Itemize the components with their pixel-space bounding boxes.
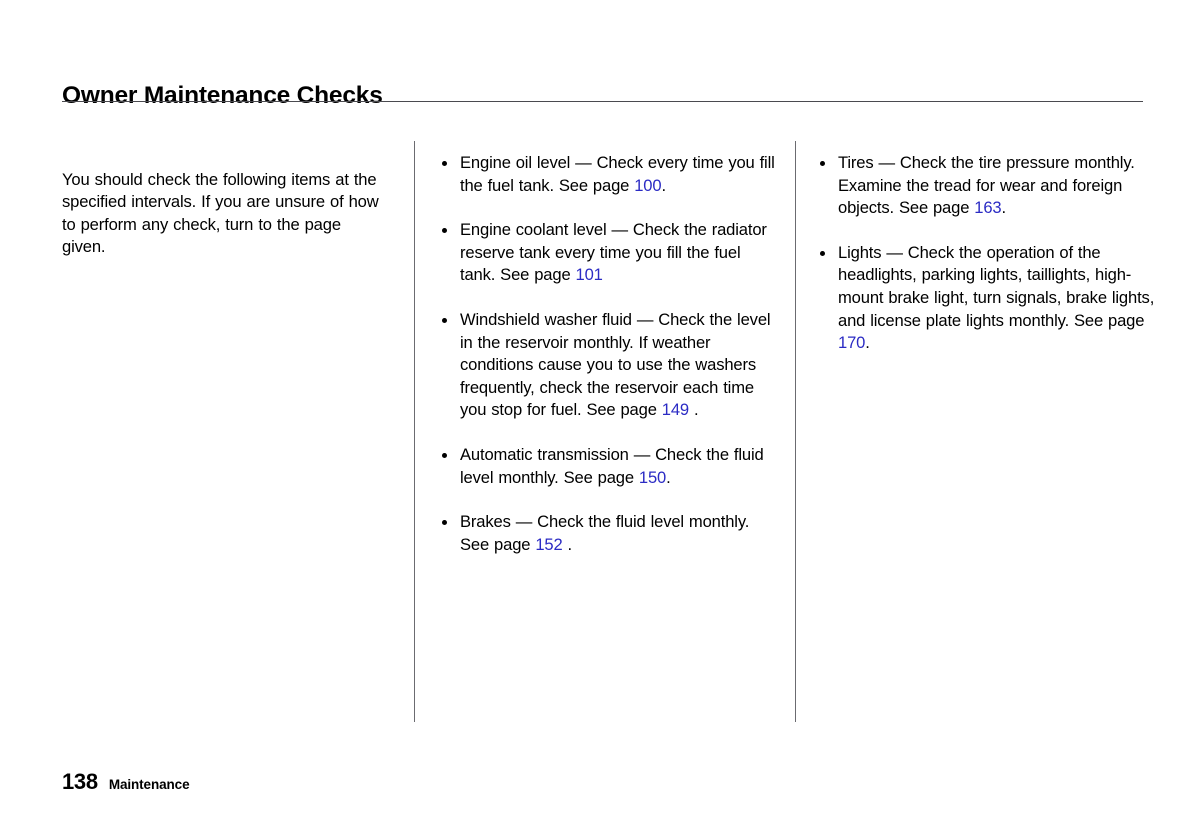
page-reference-link-149[interactable]: 149 — [662, 400, 689, 419]
maintenance-check-item-windshield-washer-fluid: Windshield washer fluid — Check the leve… — [440, 309, 780, 422]
check-item-text-tail: . — [865, 333, 870, 353]
maintenance-check-item-lights: Lights — Check the operation of the head… — [818, 242, 1158, 355]
maintenance-check-item-tires: Tires — Check the tire pressure monthly.… — [818, 152, 1158, 220]
page-reference-link-163[interactable]: 163 — [974, 198, 1001, 217]
bullet-dot-icon — [442, 520, 447, 526]
check-item-text: Automatic transmission — Check the fluid… — [460, 444, 764, 487]
maintenance-check-item-engine-coolant-level: Engine coolant level — Check the radiato… — [440, 219, 780, 287]
check-item-text-tail: . — [689, 400, 699, 420]
bullet-dot-icon — [442, 452, 447, 458]
column-divider-left — [414, 141, 415, 722]
page-reference-link-170[interactable]: 170 — [838, 333, 865, 352]
middle-column: Engine oil level — Check every time you … — [440, 152, 780, 556]
footer-section-name: Maintenance — [108, 777, 190, 792]
check-item-text-tail: . — [1001, 198, 1007, 218]
page-footer: 138 Maintenance — [62, 769, 190, 795]
check-item-text-tail: . — [562, 534, 573, 554]
title-divider-rule — [62, 101, 1143, 102]
maintenance-check-item-engine-oil-level: Engine oil level — Check every time you … — [440, 152, 780, 197]
right-column: Tires — Check the tire pressure monthly.… — [818, 152, 1158, 355]
page-title: Owner Maintenance Checks — [62, 82, 383, 110]
check-item-text-tail: . — [666, 467, 671, 487]
check-item-text: Brakes — Check the fluid level monthly. … — [460, 512, 750, 554]
check-item-text: Lights — Check the operation of the head… — [838, 242, 1155, 330]
bullet-dot-icon — [820, 250, 825, 256]
page-reference-link-100[interactable]: 100 — [634, 176, 661, 195]
maintenance-check-list-right: Tires — Check the tire pressure monthly.… — [818, 152, 1158, 355]
column-divider-right — [795, 141, 796, 722]
bullet-dot-icon — [442, 228, 447, 234]
page-reference-link-101[interactable]: 101 — [576, 265, 603, 284]
maintenance-check-list-middle: Engine oil level — Check every time you … — [440, 152, 780, 556]
check-item-text: Engine oil level — Check every time you … — [460, 153, 775, 195]
bullet-dot-icon — [442, 317, 447, 323]
check-item-text-tail: . — [661, 175, 666, 195]
check-item-text: Windshield washer fluid — Check the leve… — [460, 309, 771, 420]
page-reference-link-152[interactable]: 152 — [535, 535, 562, 554]
bullet-dot-icon — [442, 161, 447, 166]
maintenance-check-item-automatic-transmission: Automatic transmission — Check the fluid… — [440, 444, 780, 489]
intro-paragraph: You should check the following items at … — [62, 169, 379, 257]
bullet-dot-icon — [820, 161, 825, 166]
footer-page-number: 138 — [62, 769, 98, 794]
maintenance-check-item-brakes: Brakes — Check the fluid level monthly. … — [440, 511, 780, 556]
check-item-text: Engine coolant level — Check the radiato… — [460, 220, 767, 285]
intro-column: You should check the following items at … — [62, 152, 382, 276]
page-reference-link-150[interactable]: 150 — [639, 468, 666, 487]
manual-page: Owner Maintenance Checks You should chec… — [0, 0, 1200, 819]
